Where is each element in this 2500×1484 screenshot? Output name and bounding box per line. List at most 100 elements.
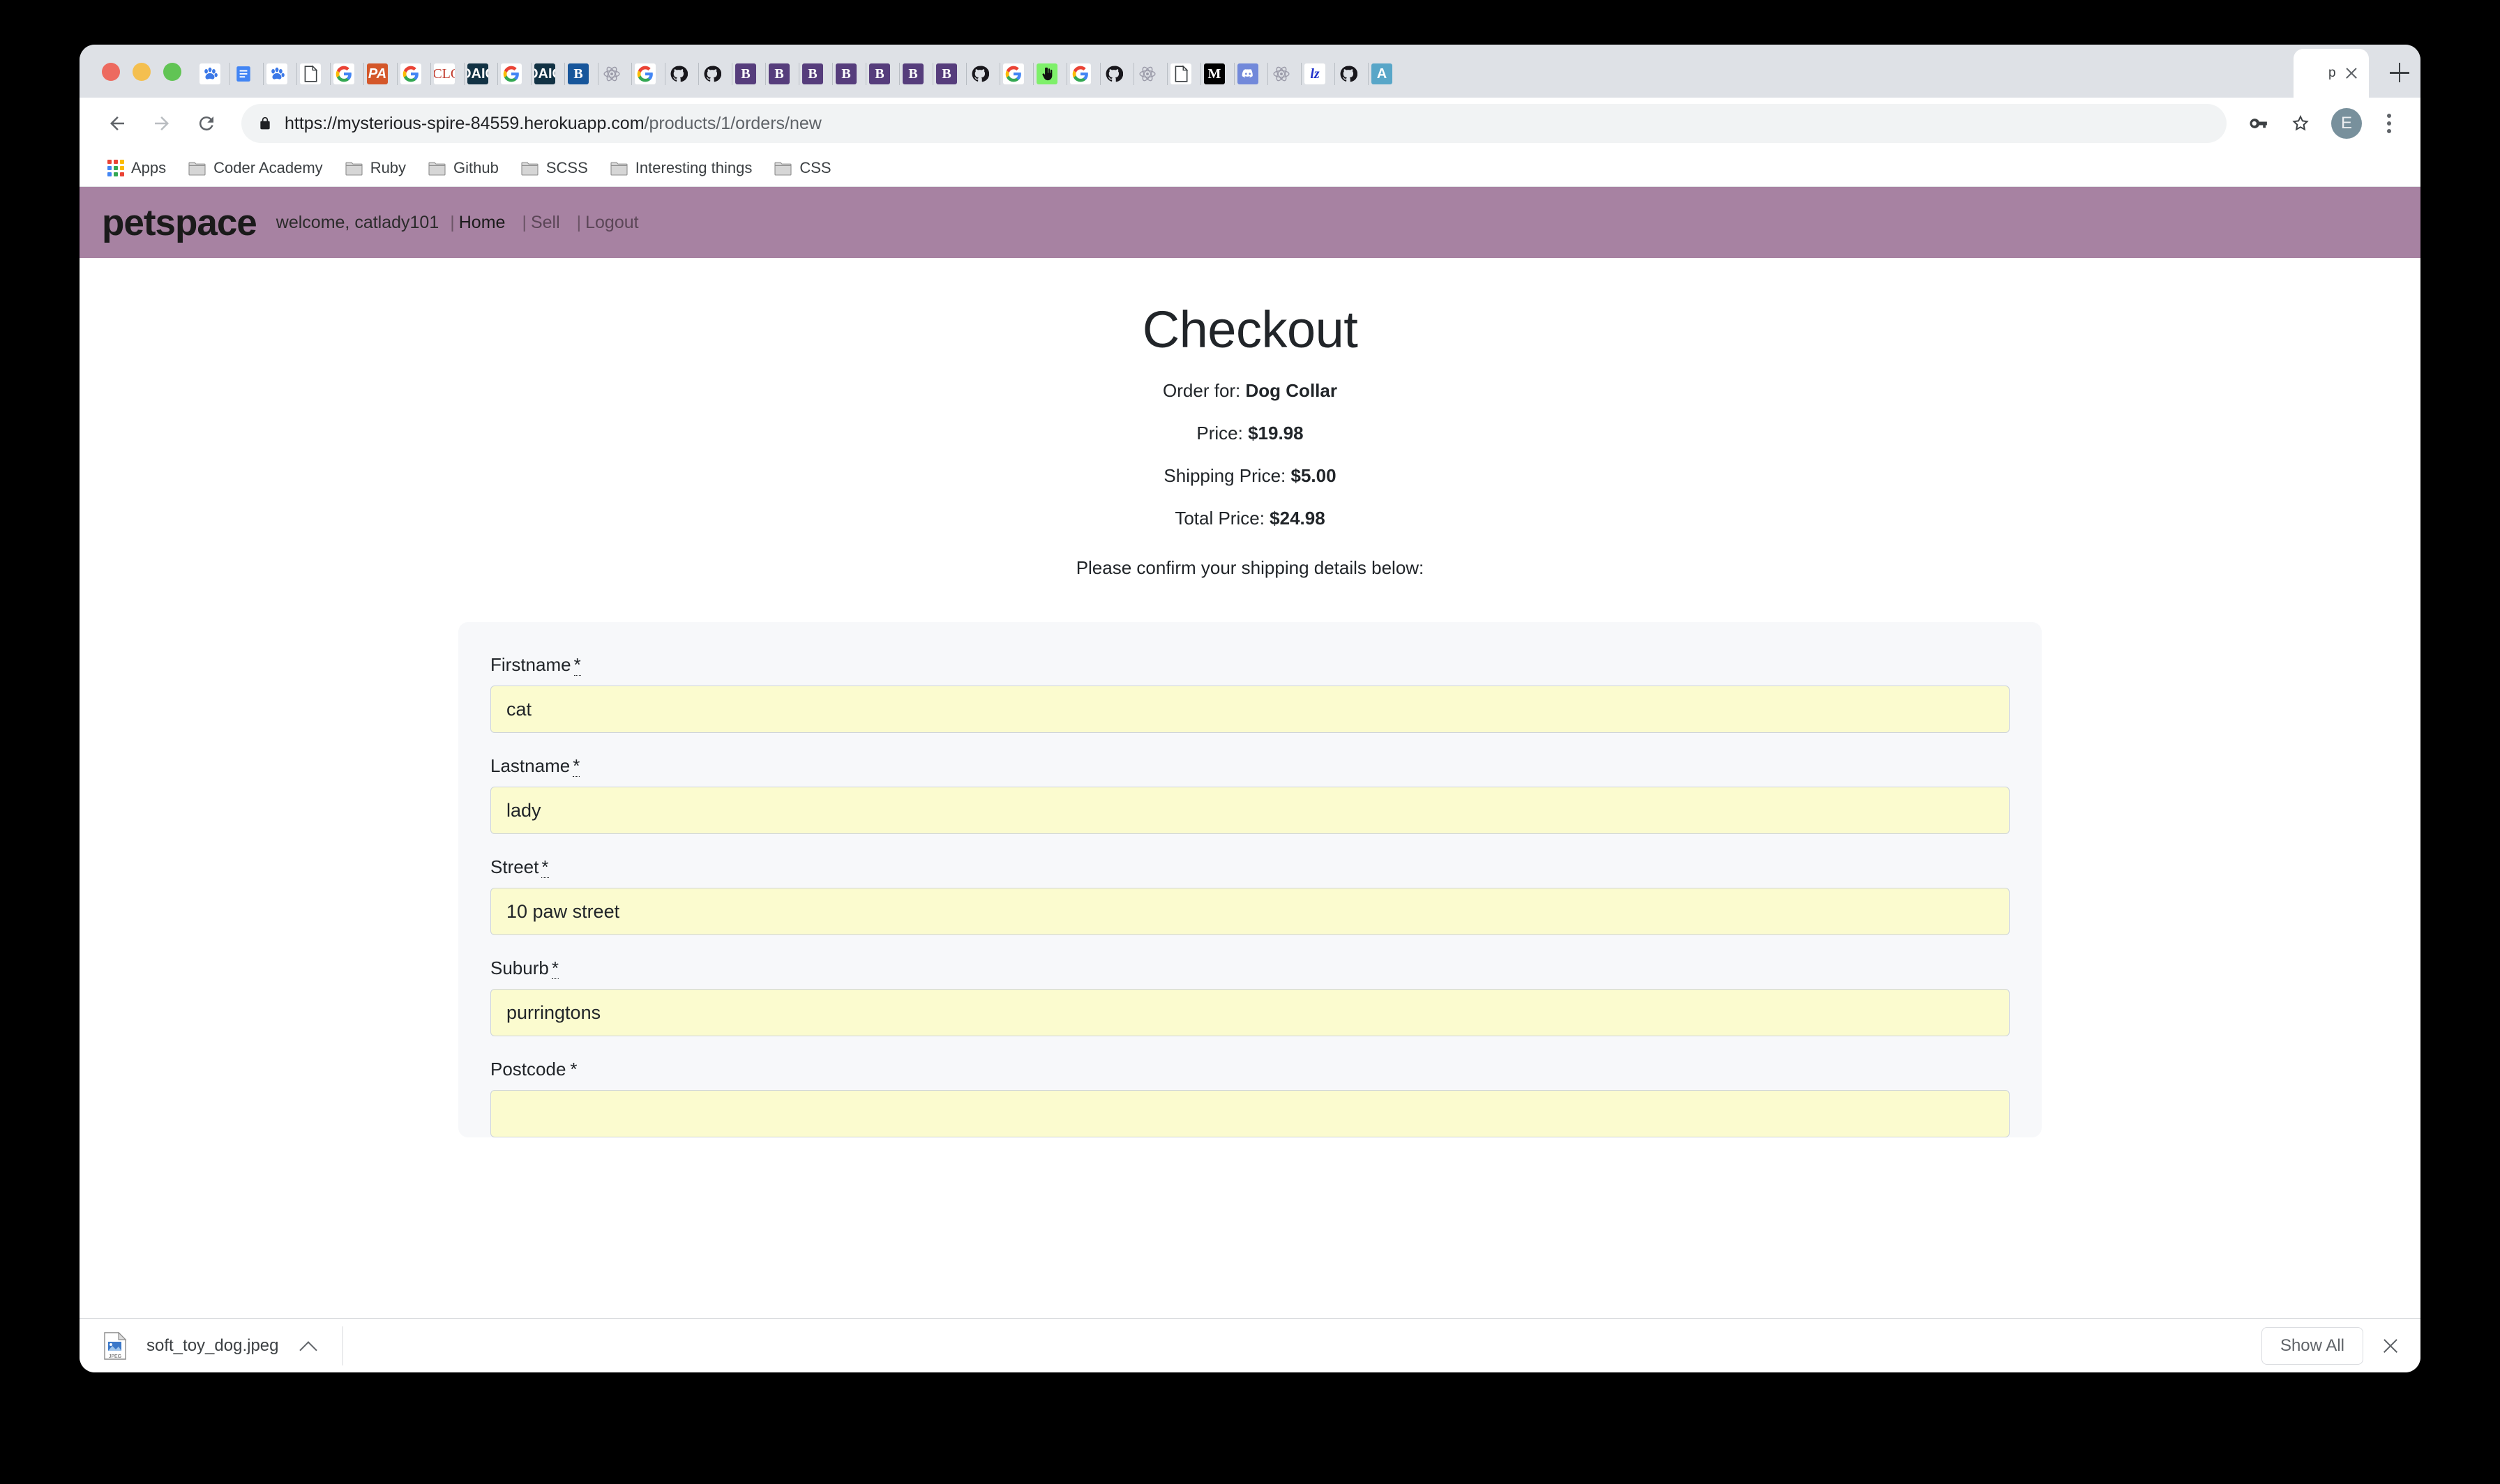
- tab[interactable]: OAIC: [532, 50, 565, 98]
- tab[interactable]: [1134, 50, 1168, 98]
- password-manager-button[interactable]: [2239, 104, 2278, 143]
- input-suburb[interactable]: [490, 989, 2010, 1036]
- price-label: Price:: [1196, 423, 1243, 444]
- site-logo[interactable]: petspace: [102, 202, 257, 244]
- minimize-window-button[interactable]: [133, 63, 151, 81]
- address-bar[interactable]: https://mysterious-spire-84559.herokuapp…: [241, 104, 2227, 143]
- reload-button[interactable]: [187, 104, 226, 143]
- input-lastname[interactable]: [490, 787, 2010, 834]
- tab-active-petspace[interactable]: p: [2294, 49, 2369, 98]
- required-marker: *: [570, 1059, 578, 1080]
- tab[interactable]: PA: [364, 50, 398, 98]
- tab[interactable]: lz: [1302, 50, 1335, 98]
- tab[interactable]: [230, 50, 264, 98]
- tab[interactable]: [598, 50, 632, 98]
- input-street[interactable]: [490, 888, 2010, 935]
- required-marker: *: [541, 856, 549, 878]
- bookmark-apps[interactable]: Apps: [98, 155, 176, 181]
- bookmark-interesting-things[interactable]: Interesting things: [601, 155, 762, 181]
- tab[interactable]: [1268, 50, 1302, 98]
- bookmark-scss[interactable]: SCSS: [511, 155, 598, 181]
- key-icon: [2250, 119, 2267, 128]
- show-all-downloads-button[interactable]: Show All: [2261, 1326, 2363, 1365]
- total-price-label: Total Price:: [1175, 508, 1265, 529]
- bootstrap-icon: B: [936, 63, 957, 84]
- tab[interactable]: B: [799, 50, 833, 98]
- tab[interactable]: [264, 50, 297, 98]
- tab[interactable]: [1000, 50, 1034, 98]
- label-postcode: Postcode *: [490, 1059, 2010, 1080]
- tab[interactable]: A: [1369, 50, 1402, 98]
- toolbar-actions: E: [2239, 104, 2405, 143]
- tab[interactable]: OAIC: [465, 50, 498, 98]
- bookmark-label: CSS: [799, 158, 831, 176]
- bookmark-github[interactable]: Github: [419, 155, 509, 181]
- b-blue-icon: B: [568, 63, 589, 84]
- order-for-line: Order for: Dog Collar: [80, 380, 2420, 402]
- tab[interactable]: [699, 50, 732, 98]
- tab[interactable]: [967, 50, 1000, 98]
- tab[interactable]: [1335, 50, 1369, 98]
- nav-link-logout[interactable]: Logout: [585, 213, 638, 233]
- input-postcode[interactable]: [490, 1090, 2010, 1137]
- nav-link-sell[interactable]: Sell: [531, 213, 560, 233]
- atom-icon: [1271, 63, 1292, 84]
- download-item[interactable]: JPEG soft_toy_dog.jpeg: [103, 1326, 344, 1365]
- google-icon: [1070, 63, 1091, 84]
- bookmark-coder-academy[interactable]: Coder Academy: [179, 155, 333, 181]
- github-icon: [1104, 63, 1124, 84]
- tab[interactable]: [1067, 50, 1101, 98]
- tab[interactable]: [1101, 50, 1134, 98]
- tab[interactable]: [1235, 50, 1268, 98]
- forward-button[interactable]: [142, 104, 181, 143]
- chrome-menu-button[interactable]: [2373, 104, 2405, 143]
- label-text: Firstname: [490, 654, 571, 675]
- close-icon[interactable]: [2342, 64, 2360, 82]
- nav-item-logout[interactable]: | Logout: [575, 213, 639, 233]
- tab[interactable]: B: [565, 50, 598, 98]
- paw-icon: [266, 63, 287, 84]
- tab[interactable]: ICLG: [431, 50, 465, 98]
- avatar[interactable]: E: [2331, 108, 2362, 139]
- bootstrap-icon: B: [869, 63, 890, 84]
- new-tab-button[interactable]: [2379, 52, 2420, 93]
- input-firstname[interactable]: [490, 686, 2010, 733]
- bookmark-star-button[interactable]: [2281, 104, 2320, 143]
- chevron-up-icon[interactable]: [298, 1335, 319, 1356]
- browser-toolbar: https://mysterious-spire-84559.herokuapp…: [80, 98, 2420, 149]
- required-marker: *: [551, 957, 559, 979]
- tab[interactable]: B: [766, 50, 799, 98]
- github-icon: [1338, 63, 1359, 84]
- folder-icon: [188, 160, 206, 176]
- bookmark-ruby[interactable]: Ruby: [336, 155, 416, 181]
- tab[interactable]: [197, 50, 230, 98]
- back-button[interactable]: [98, 104, 137, 143]
- maximize-window-button[interactable]: [163, 63, 181, 81]
- tab-list: PAICLGOAICOAICBBBBBBBBMlzA: [197, 45, 2294, 98]
- close-window-button[interactable]: [102, 63, 120, 81]
- tab[interactable]: B: [866, 50, 900, 98]
- tab[interactable]: B: [900, 50, 933, 98]
- bookmark-css[interactable]: CSS: [765, 155, 841, 181]
- close-shelf-icon[interactable]: [2379, 1334, 2402, 1358]
- field-lastname: Lastname *: [490, 755, 2010, 834]
- nav-item-home[interactable]: | Home: [449, 213, 505, 233]
- tab[interactable]: B: [933, 50, 967, 98]
- welcome-text: welcome, catlady101: [276, 212, 439, 232]
- tab[interactable]: [398, 50, 431, 98]
- tab[interactable]: M: [1201, 50, 1235, 98]
- tab[interactable]: [331, 50, 364, 98]
- bootstrap-icon: B: [769, 63, 790, 84]
- tab[interactable]: B: [833, 50, 866, 98]
- tab[interactable]: [498, 50, 532, 98]
- tab[interactable]: [632, 50, 665, 98]
- nav-item-sell[interactable]: | Sell: [520, 213, 559, 233]
- tab[interactable]: [1168, 50, 1201, 98]
- tab[interactable]: [1034, 50, 1067, 98]
- tab[interactable]: [665, 50, 699, 98]
- tab[interactable]: [297, 50, 331, 98]
- nav-link-home[interactable]: Home: [459, 213, 506, 233]
- tab[interactable]: B: [732, 50, 766, 98]
- bootstrap-icon: B: [802, 63, 823, 84]
- google-icon: [400, 63, 421, 84]
